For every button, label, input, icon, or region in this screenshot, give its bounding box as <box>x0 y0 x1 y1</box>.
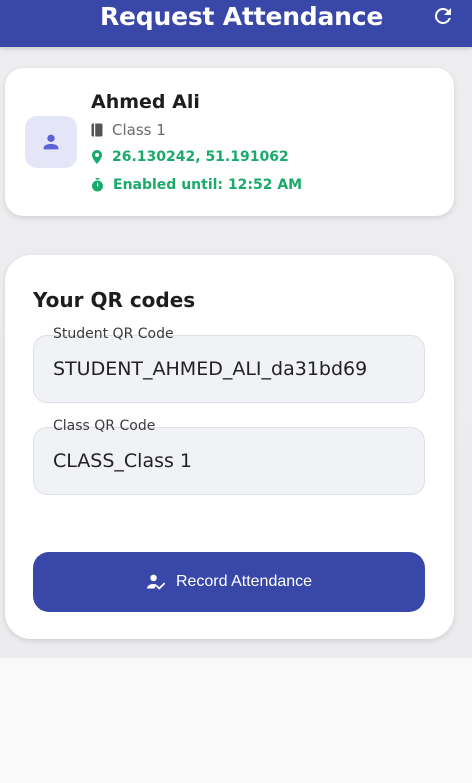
record-attendance-label: Record Attendance <box>175 573 313 590</box>
refresh-button[interactable] <box>430 3 456 29</box>
app-bar: Request Attendance <box>0 0 472 47</box>
page-title: Request Attendance <box>100 2 384 31</box>
student-profile-card: Ahmed Ali Class 1 26.130242, 51.191062 E… <box>5 68 454 216</box>
qr-codes-card: Your QR codes Student QR Code STUDENT_AH… <box>5 255 454 639</box>
person-icon <box>43 134 59 150</box>
location-row: 26.130242, 51.191062 <box>91 149 289 165</box>
timer-icon <box>92 178 103 192</box>
enabled-until-text: Enabled until: 12:52 AM <box>113 177 303 193</box>
location-coordinates: 26.130242, 51.191062 <box>112 149 289 165</box>
student-qr-field[interactable]: Student QR Code STUDENT_AHMED_ALI_da31bd… <box>33 326 425 403</box>
refresh-icon <box>434 7 451 24</box>
class-qr-label: Class QR Code <box>48 418 161 434</box>
qr-section-title: Your QR codes <box>33 288 196 312</box>
class-row: Class 1 <box>91 121 166 139</box>
avatar <box>25 116 77 168</box>
class-qr-value: CLASS_Class 1 <box>53 450 193 472</box>
location-pin-icon <box>92 150 102 164</box>
class-qr-field[interactable]: Class QR Code CLASS_Class 1 <box>33 418 425 495</box>
book-icon <box>91 123 103 137</box>
person-check-icon <box>146 574 166 590</box>
enabled-until-row: Enabled until: 12:52 AM <box>91 177 302 193</box>
student-name: Ahmed Ali <box>91 91 200 113</box>
student-qr-label: Student QR Code <box>48 326 179 342</box>
record-attendance-button[interactable]: Record Attendance <box>33 552 425 612</box>
student-qr-value: STUDENT_AHMED_ALI_da31bd69 <box>53 358 368 380</box>
class-name: Class 1 <box>112 121 166 139</box>
